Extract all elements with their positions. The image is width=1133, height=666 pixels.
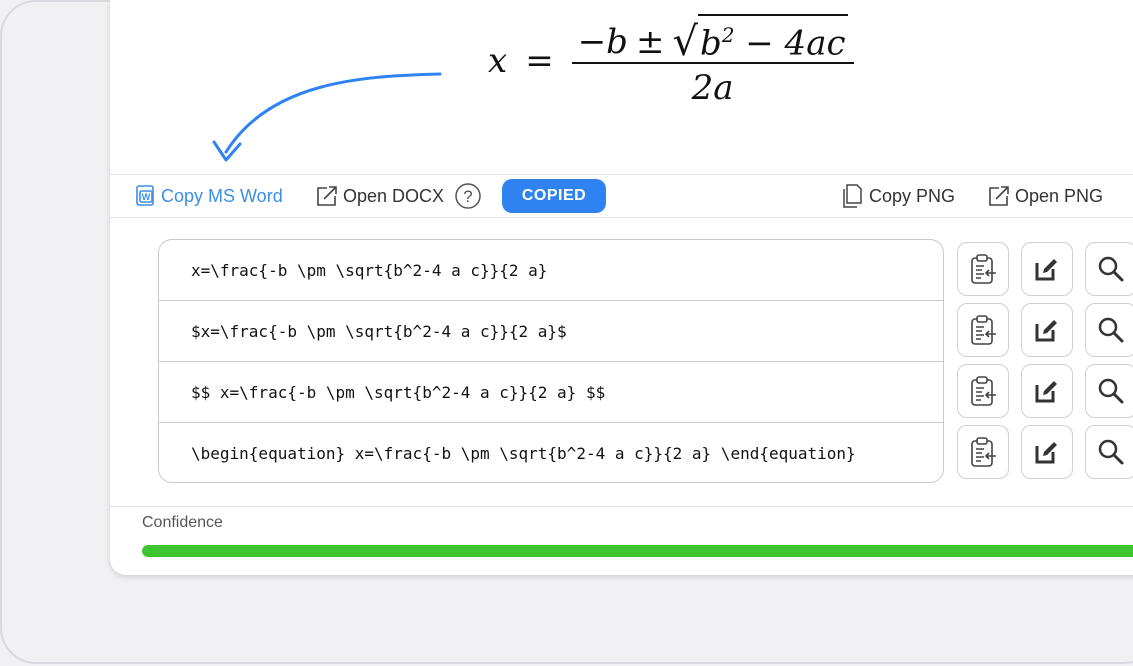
- svg-text:W: W: [142, 192, 151, 202]
- search-button[interactable]: [1085, 364, 1133, 418]
- confidence-bar: [142, 545, 1133, 557]
- open-docx-button[interactable]: Open DOCX: [314, 183, 444, 209]
- latex-row-display[interactable]: $$ x=\frac{-b \pm \sqrt{b^2-4 a c}}{2 a}…: [159, 362, 943, 423]
- confidence-bar-fill: [142, 545, 1133, 557]
- radicand-exponent: 2: [721, 23, 735, 47]
- formula-sqrt: √ b2 − 4ac: [672, 14, 848, 66]
- external-link-icon: [317, 186, 337, 206]
- radicand-rest: − 4ac: [734, 23, 846, 64]
- clipboard-paste-icon: [971, 315, 996, 345]
- confidence-divider: [110, 506, 1133, 507]
- open-docx-label: Open DOCX: [343, 185, 445, 206]
- edit-icon: [1035, 442, 1057, 464]
- paste-button[interactable]: [957, 364, 1009, 418]
- result-card: x = −b ± √ b2 − 4ac 2a W Copy MS Word Op…: [110, 0, 1133, 575]
- formula-neg-b: −b: [577, 22, 628, 63]
- row-actions-4: [957, 425, 1133, 486]
- latex-row-equation[interactable]: \begin{equation} x=\frac{-b \pm \sqrt{b^…: [159, 423, 943, 482]
- help-question-icon[interactable]: ?: [454, 182, 482, 210]
- search-button[interactable]: [1085, 303, 1133, 357]
- formula-radicand: b2 − 4ac: [697, 14, 848, 64]
- search-button[interactable]: [1085, 242, 1133, 296]
- row-actions-2: [957, 303, 1133, 364]
- row-actions-1: [957, 242, 1133, 303]
- formula-denominator: 2a: [691, 68, 734, 109]
- copy-ms-word-label: Copy MS Word: [161, 185, 283, 206]
- export-toolbar: W Copy MS Word Open DOCX ? COPIED Copy P…: [110, 174, 1133, 218]
- rendered-formula: x = −b ± √ b2 − 4ac 2a: [488, 14, 854, 108]
- latex-output-list: x=\frac{-b \pm \sqrt{b^2-4 a c}}{2 a} $x…: [158, 239, 944, 483]
- paste-button[interactable]: [957, 303, 1009, 357]
- paste-button[interactable]: [957, 425, 1009, 479]
- formula-numerator: −b ± √ b2 − 4ac: [572, 14, 854, 62]
- search-button[interactable]: [1085, 425, 1133, 479]
- latex-row-plain[interactable]: x=\frac{-b \pm \sqrt{b^2-4 a c}}{2 a}: [159, 240, 943, 301]
- search-icon: [1098, 256, 1124, 282]
- radicand-b: b: [699, 23, 722, 64]
- edit-button[interactable]: [1021, 364, 1073, 418]
- edit-icon: [1035, 259, 1057, 281]
- edit-button[interactable]: [1021, 242, 1073, 296]
- open-png-label: Open PNG: [1015, 185, 1104, 206]
- search-icon: [1098, 439, 1124, 465]
- clipboard-paste-icon: [971, 254, 996, 284]
- edit-icon: [1035, 381, 1057, 403]
- word-doc-icon: W: [136, 185, 154, 206]
- latex-row-inline[interactable]: $x=\frac{-b \pm \sqrt{b^2-4 a c}}{2 a}$: [159, 301, 943, 362]
- clipboard-paste-icon: [971, 437, 996, 467]
- search-icon: [1098, 378, 1124, 404]
- formula-plus-minus: ±: [635, 22, 665, 63]
- search-icon: [1098, 317, 1124, 343]
- edit-button[interactable]: [1021, 425, 1073, 479]
- clipboard-paste-icon: [971, 376, 996, 406]
- row-actions-3: [957, 364, 1133, 425]
- formula-lhs: x: [488, 41, 508, 82]
- copy-png-button[interactable]: Copy PNG: [840, 183, 955, 209]
- curved-arrow-icon: [212, 72, 442, 162]
- open-png-button[interactable]: Open PNG: [986, 183, 1103, 209]
- paste-button[interactable]: [957, 242, 1009, 296]
- row-actions: [957, 242, 1133, 486]
- formula-equals: =: [525, 41, 554, 82]
- confidence-label: Confidence: [142, 514, 223, 531]
- copy-icon: [843, 184, 862, 208]
- formula-fraction: −b ± √ b2 − 4ac 2a: [571, 14, 854, 109]
- copy-ms-word-button[interactable]: W Copy MS Word: [134, 183, 283, 209]
- copied-status-badge: COPIED: [502, 179, 606, 213]
- sqrt-sign-icon: √: [672, 19, 698, 66]
- copy-png-label: Copy PNG: [869, 185, 956, 206]
- edit-button[interactable]: [1021, 303, 1073, 357]
- edit-icon: [1035, 320, 1057, 342]
- svg-text:?: ?: [463, 187, 472, 206]
- external-link-icon: [989, 186, 1009, 206]
